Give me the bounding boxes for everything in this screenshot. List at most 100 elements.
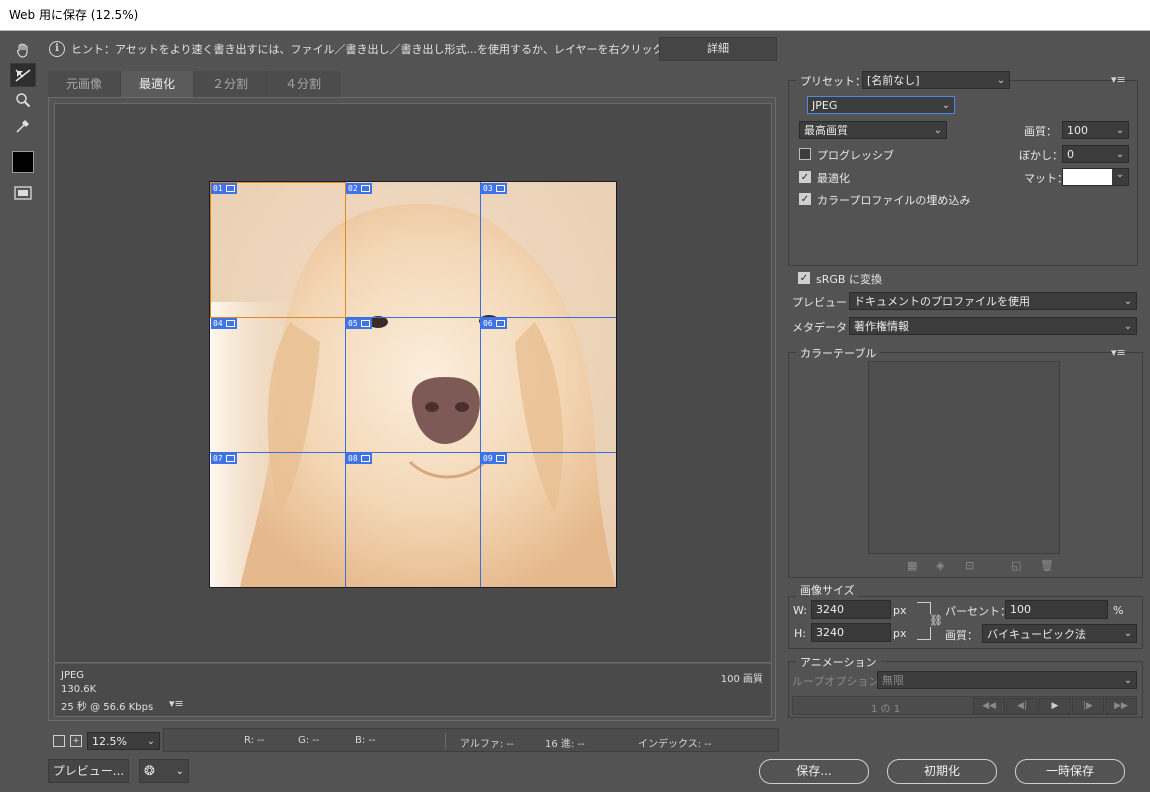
preview-button[interactable]: プレビュー...	[48, 759, 129, 783]
play-icon[interactable]: ▶	[1039, 698, 1071, 714]
blur-value: 0	[1067, 147, 1074, 161]
eyedropper-tool-icon[interactable]	[10, 114, 36, 138]
optimized-checkbox[interactable]: ✓	[799, 171, 811, 183]
map-to-transparent-icon[interactable]: ▦	[907, 559, 917, 572]
download-speed-menu-icon[interactable]: ▾≡	[169, 697, 184, 710]
chevron-down-icon: ⌄	[996, 74, 1006, 86]
zoom-value: 12.5%	[92, 734, 127, 748]
reset-button[interactable]: 初期化	[887, 759, 997, 784]
slice-tag-06[interactable]: 06	[481, 318, 507, 329]
color-readout-bar: R: -- G: -- B: -- アルファ: -- 16 進: -- インデッ…	[163, 728, 779, 752]
progressive-checkbox[interactable]	[799, 148, 811, 160]
slice-tag-03[interactable]: 03	[481, 183, 507, 194]
chevron-down-icon: ⌄	[1123, 674, 1133, 686]
percent-label: パーセント：	[945, 605, 1011, 618]
resample-select[interactable]: バイキュービック法 ⌄	[982, 624, 1137, 643]
preset-label: プリセット：	[796, 73, 870, 89]
format-text: JPEG	[61, 670, 85, 681]
file-size-text: 130.6K	[61, 684, 97, 695]
hand-tool-icon[interactable]	[10, 38, 36, 62]
next-frame-icon[interactable]: |▶	[1072, 698, 1104, 714]
slice-select-tool-icon[interactable]	[10, 63, 36, 87]
optimization-info: JPEG 130.6K 25 秒 @ 56.6 Kbps ▾≡ 100 画質	[54, 663, 772, 717]
width-input[interactable]: 3240	[811, 600, 891, 619]
first-frame-icon[interactable]: ◀◀	[973, 698, 1005, 714]
slice-tag-08[interactable]: 08	[346, 453, 372, 464]
matte-select[interactable]: ⌄	[1062, 168, 1129, 186]
chevron-down-icon: ⌄	[1115, 124, 1125, 136]
alpha-readout: アルファ: --	[460, 739, 514, 750]
chevron-down-icon: ⌄	[146, 735, 156, 747]
quality-input[interactable]: 100 ⌄	[1062, 121, 1129, 139]
tab-2-up[interactable]: ２分割	[194, 71, 268, 97]
metadata-select[interactable]: 著作権情報 ⌄	[849, 317, 1137, 335]
progressive-label: プログレッシブ	[817, 149, 894, 162]
quality-preset-select[interactable]: 最高画質 ⌄	[799, 121, 947, 139]
prev-frame-icon[interactable]: ◀|	[1006, 698, 1038, 714]
zoom-out-icon[interactable]	[53, 735, 65, 747]
blur-input[interactable]: 0 ⌄	[1062, 145, 1129, 163]
web-snap-icon[interactable]: ◈	[936, 559, 944, 572]
frame-counter: 1 の 1	[871, 704, 901, 715]
animation-title: アニメーション	[796, 654, 881, 670]
resample-value: バイキュービック法	[987, 627, 1086, 641]
save-button[interactable]: 保存...	[759, 759, 869, 784]
preview-profile-select[interactable]: ドキュメントのプロファイルを使用 ⌄	[849, 292, 1137, 310]
hex-readout: 16 進: --	[545, 739, 585, 750]
zoom-tool-icon[interactable]	[10, 88, 36, 112]
last-frame-icon[interactable]: ▶▶	[1105, 698, 1137, 714]
color-table-menu-icon[interactable]: ▾≡	[1111, 346, 1126, 359]
tab-optimized[interactable]: 最適化	[121, 71, 195, 97]
tab-4-up[interactable]: ４分割	[267, 71, 341, 97]
metadata-value: 著作権情報	[854, 320, 909, 333]
toggle-slice-visibility-icon[interactable]	[10, 181, 36, 205]
tab-original[interactable]: 元画像	[48, 71, 122, 97]
slice-tag-04[interactable]: 04	[211, 318, 237, 329]
chevron-down-icon: ⌄	[1115, 148, 1125, 160]
percent-input[interactable]: 100	[1005, 600, 1108, 619]
preview-image[interactable]: 01 02 03 04 05 06 07 08 09	[209, 181, 617, 588]
srgb-checkbox[interactable]: ✓	[798, 272, 810, 284]
optimized-label: 最適化	[817, 172, 850, 185]
zoom-select[interactable]: 12.5% ⌄	[87, 732, 160, 750]
srgb-label: sRGB に変換	[816, 273, 882, 286]
animation-controls: 1 の 1 ◀◀ ◀| ▶ |▶ ▶▶	[792, 696, 1137, 715]
slice-tag-07[interactable]: 07	[211, 453, 237, 464]
preset-select[interactable]: [名前なし] ⌄	[862, 71, 1010, 89]
trash-icon[interactable]: 🗑	[1040, 559, 1054, 572]
chevron-down-icon: ⌄	[1123, 295, 1133, 307]
width-unit: px	[893, 604, 907, 617]
remember-button[interactable]: 一時保存	[1015, 759, 1125, 784]
preset-value: [名前なし]	[867, 74, 920, 87]
index-readout: インデックス: --	[638, 739, 712, 750]
height-input[interactable]: 3240	[811, 623, 891, 642]
playback-buttons: ◀◀ ◀| ▶ |▶ ▶▶	[973, 698, 1138, 714]
browser-preview-button[interactable]: ❂ ⌄	[139, 759, 189, 783]
format-select[interactable]: JPEG ⌄	[807, 96, 955, 114]
slice-tag-09[interactable]: 09	[481, 453, 507, 464]
width-label: W:	[793, 604, 807, 617]
lock-icon[interactable]: ⊡	[965, 559, 974, 572]
slice-tag-05[interactable]: 05	[346, 318, 372, 329]
b-readout: B: --	[355, 735, 376, 746]
percent-unit: %	[1113, 604, 1124, 617]
embed-profile-checkbox[interactable]: ✓	[799, 193, 811, 205]
selected-slice-outline	[210, 182, 346, 318]
slice-line	[480, 182, 481, 587]
loop-select[interactable]: 無限 ⌄	[877, 671, 1137, 689]
slice-tag-01[interactable]: 01	[211, 183, 237, 194]
image-size-title: 画像サイズ	[796, 582, 859, 598]
details-button[interactable]: 詳細	[659, 37, 777, 61]
color-table	[868, 361, 1060, 554]
height-label: H:	[794, 627, 806, 640]
link-dimensions-icon[interactable]: ⛓	[929, 614, 943, 627]
eyedropper-color-swatch[interactable]	[12, 151, 34, 173]
preset-menu-icon[interactable]: ▾≡	[1111, 73, 1126, 86]
zoom-in-icon[interactable]: +	[70, 735, 82, 747]
hint-text: ヒント：アセットをより速く書き出すには、ファイル／書き出し／書き出し形式...を…	[71, 43, 719, 56]
info-icon: i	[49, 41, 65, 57]
new-color-icon[interactable]: ◱	[1011, 559, 1021, 572]
view-tabs: 元画像 最適化 ２分割 ４分割	[48, 71, 341, 97]
slice-tag-02[interactable]: 02	[346, 183, 372, 194]
blur-label: ぼかし：	[1019, 149, 1063, 162]
